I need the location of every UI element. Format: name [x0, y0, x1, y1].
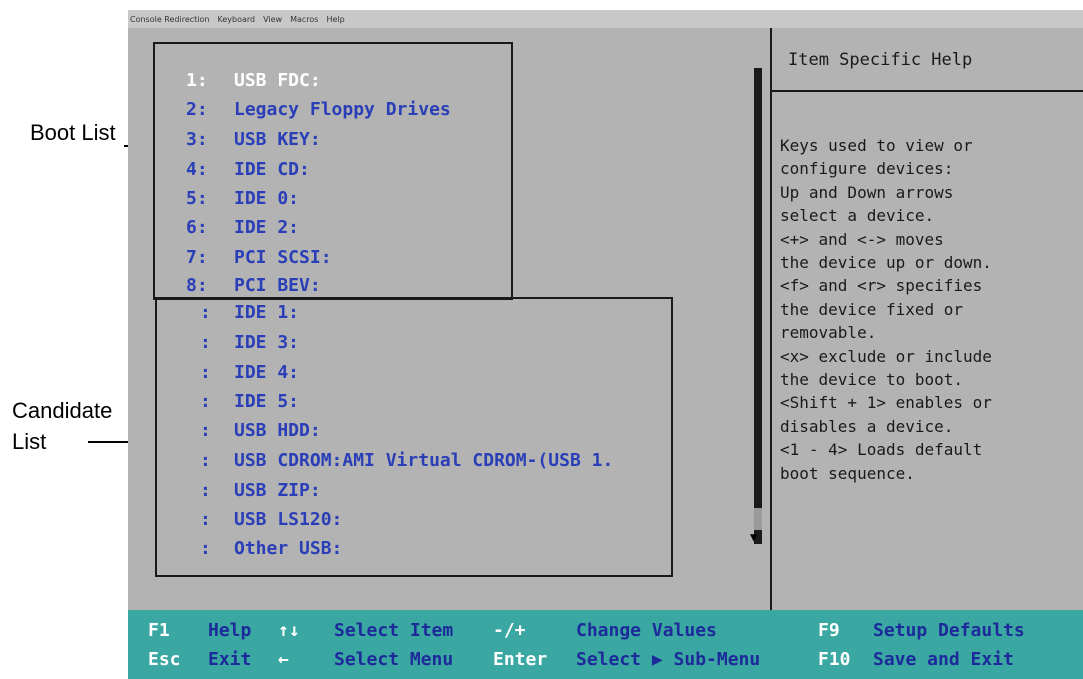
help-panel-divider — [770, 28, 772, 610]
key-legend-row: F1 Help ↑↓ Select Item -/+ Change Values… — [128, 616, 1083, 646]
help-line: <1 - 4> Loads default — [780, 440, 983, 460]
help-line: Up and Down arrows — [780, 182, 954, 202]
boot-list-item[interactable]: 4: IDE CD: — [186, 159, 310, 181]
help-line: boot sequence. — [780, 463, 915, 483]
scroll-down-arrow-icon[interactable]: ▼ — [750, 530, 757, 544]
key-esc-desc: Exit — [208, 649, 252, 670]
candidate-list-annotation-line1: Candidate — [12, 398, 113, 423]
boot-list-item[interactable]: 2: Legacy Floppy Drives — [186, 99, 451, 121]
candidate-list-annotation-line2: List — [12, 429, 47, 454]
list-scrollbar[interactable] — [754, 68, 762, 544]
candidate-list-item[interactable]: : IDE 1: — [200, 302, 299, 324]
boot-list-annotation: Boot List — [30, 120, 116, 145]
key-minus-plus: -/+ — [493, 620, 526, 641]
key-f1-desc: Help — [208, 620, 252, 641]
help-title-separator — [772, 90, 1083, 92]
key-enter: Enter — [493, 649, 548, 670]
menu-macros[interactable]: Macros — [290, 15, 318, 24]
key-left-arrow-desc: Select Menu — [334, 649, 454, 670]
help-line: <Shift + 1> enables or — [780, 393, 992, 413]
menu-console-redirection[interactable]: Console Redirection — [130, 15, 209, 24]
candidate-list-item[interactable]: : USB HDD: — [200, 420, 321, 442]
console-menubar: Console Redirection Keyboard View Macros… — [128, 10, 1083, 28]
bios-boot-screen: Console Redirection Keyboard View Macros… — [128, 10, 1083, 679]
menu-keyboard[interactable]: Keyboard — [217, 15, 255, 24]
help-line: removable. — [780, 323, 877, 343]
boot-list-item[interactable]: 6: IDE 2: — [186, 217, 299, 239]
boot-list-item[interactable]: 3: USB KEY: — [186, 129, 321, 151]
key-left-arrow: ← — [278, 649, 289, 670]
boot-list-item[interactable]: 7: PCI SCSI: — [186, 247, 332, 269]
key-legend-footer: F1 Help ↑↓ Select Item -/+ Change Values… — [128, 610, 1083, 679]
help-line: the device up or down. — [780, 253, 992, 273]
candidate-list-item[interactable]: : USB ZIP: — [200, 480, 321, 502]
key-f9: F9 — [818, 620, 840, 641]
help-panel-title: Item Specific Help — [788, 50, 973, 70]
key-enter-desc: Select ▶ Sub-Menu — [576, 649, 761, 670]
help-panel-text: Keys used to view or configure devices: … — [780, 134, 1080, 485]
menu-help[interactable]: Help — [326, 15, 344, 24]
candidate-list-item[interactable]: : IDE 3: — [200, 332, 299, 354]
boot-list-item[interactable]: 8: PCI BEV: — [186, 275, 321, 297]
list-scrollbar-thumb[interactable] — [754, 508, 762, 530]
candidate-list-item[interactable]: : Other USB: — [200, 538, 342, 560]
help-line: select a device. — [780, 206, 935, 226]
key-f10: F10 — [818, 649, 851, 670]
help-line: <+> and <-> moves — [780, 229, 944, 249]
help-line: Keys used to view or — [780, 136, 973, 155]
help-line: <f> and <r> specifies — [780, 276, 983, 296]
key-esc: Esc — [148, 649, 181, 670]
key-f10-desc: Save and Exit — [873, 649, 1014, 670]
key-updown-desc: Select Item — [334, 620, 454, 641]
key-updown-arrows: ↑↓ — [278, 620, 300, 641]
boot-list-item[interactable]: 5: IDE 0: — [186, 188, 299, 210]
boot-list-item[interactable]: 1: USB FDC: — [186, 70, 321, 92]
key-f9-desc: Setup Defaults — [873, 620, 1025, 641]
help-line: disables a device. — [780, 416, 954, 436]
menu-view[interactable]: View — [263, 15, 282, 24]
help-line: the device fixed or — [780, 299, 964, 319]
candidate-list-item[interactable]: : USB CDROM:AMI Virtual CDROM-(USB 1. — [200, 450, 613, 472]
candidate-list-item[interactable]: : USB LS120: — [200, 509, 342, 531]
key-minus-plus-desc: Change Values — [576, 620, 717, 641]
key-legend-row: Esc Exit ← Select Menu Enter Select ▶ Su… — [128, 645, 1083, 675]
key-f1: F1 — [148, 620, 170, 641]
help-line: <x> exclude or include — [780, 346, 992, 366]
candidate-list-item[interactable]: : IDE 5: — [200, 391, 299, 413]
help-line: the device to boot. — [780, 370, 964, 390]
help-line: configure devices: — [780, 159, 954, 179]
candidate-list-item[interactable]: : IDE 4: — [200, 362, 299, 384]
